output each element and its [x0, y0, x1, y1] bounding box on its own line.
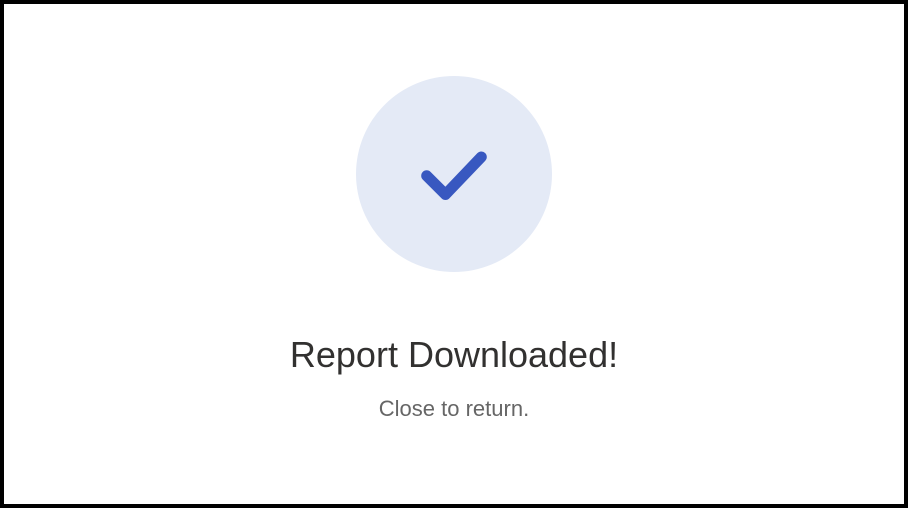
checkmark-icon: [413, 133, 495, 215]
confirmation-dialog: Report Downloaded! Close to return.: [290, 76, 618, 432]
confirmation-title: Report Downloaded!: [290, 334, 618, 376]
confirmation-subtitle: Close to return.: [379, 396, 529, 422]
checkmark-circle: [356, 76, 552, 272]
